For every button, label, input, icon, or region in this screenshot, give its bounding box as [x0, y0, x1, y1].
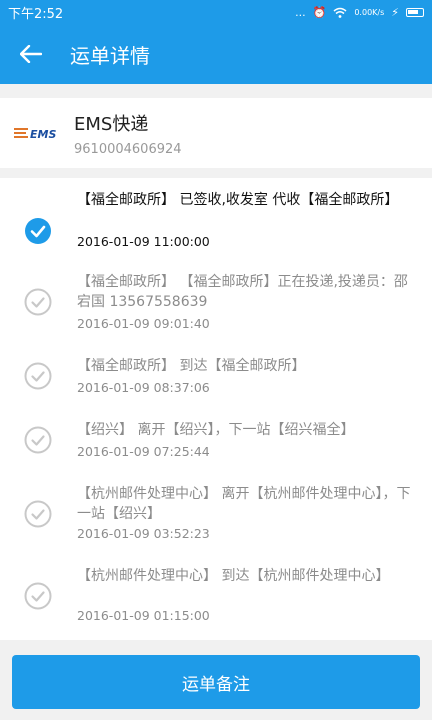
timeline-text: 【杭州邮件处理中心】 离开【杭州邮件处理中心】，下一站【绍兴】: [77, 486, 411, 522]
more-icon: ...: [295, 5, 306, 19]
timeline-text: 【福全邮政所】 到达【福全邮政所】: [77, 358, 306, 374]
charging-icon: ⚡: [391, 5, 399, 19]
ems-logo-icon: EMS: [14, 128, 56, 141]
timeline-date: 2016-01-09 08:37:06: [77, 380, 210, 395]
timeline-text: 【绍兴】 离开【绍兴】，下一站【绍兴福全】: [77, 422, 355, 438]
arrow-left-icon: [20, 45, 42, 63]
page-title: 运单详情: [70, 43, 150, 68]
timeline-text: 【福全邮政所】 【福全邮政所】正在投递,投递员：邵宕国 13567558639: [77, 274, 408, 310]
app-bar: 运单详情: [0, 24, 432, 84]
check-outline-icon: [24, 288, 52, 316]
check-outline-icon: [24, 362, 52, 390]
status-bar: 下午2:52 ... ⏰ 0.00K/s ⚡: [0, 0, 432, 24]
wifi-icon: [333, 7, 347, 18]
check-outline-icon: [24, 500, 52, 528]
timeline-date: 2016-01-09 09:01:40: [77, 316, 210, 331]
status-time: 下午2:52: [8, 6, 64, 22]
carrier-text: EMS快递 9610004606924: [74, 110, 182, 157]
timeline-date: 2016-01-09 07:25:44: [77, 444, 210, 459]
status-icons: ... ⏰ 0.00K/s ⚡: [295, 6, 424, 19]
check-outline-icon: [24, 426, 52, 454]
timeline-date: 2016-01-09 03:52:23: [77, 526, 210, 541]
tracking-number: 9610004606924: [74, 141, 182, 157]
battery-icon: [406, 7, 424, 17]
alarm-icon: ⏰: [312, 5, 327, 19]
timeline-text: 【杭州邮件处理中心】 到达【杭州邮件处理中心】: [77, 568, 390, 584]
svg-text:EMS: EMS: [30, 128, 56, 141]
check-filled-icon: [25, 218, 51, 244]
waybill-note-button[interactable]: 运单备注: [12, 655, 420, 709]
tracking-timeline: 【福全邮政所】 已签收,收发室 代收【福全邮政所】 2016-01-09 11:…: [0, 178, 432, 640]
speed-indicator: 0.00K/s: [354, 7, 385, 17]
carrier-name: EMS快递: [74, 113, 149, 135]
back-button[interactable]: [0, 24, 62, 84]
timeline-text: 【福全邮政所】 已签收,收发室 代收【福全邮政所】: [77, 192, 399, 208]
check-outline-icon: [24, 582, 52, 610]
timeline-date: 2016-01-09 01:15:00: [77, 608, 210, 623]
timeline-date: 2016-01-09 11:00:00: [77, 234, 210, 249]
carrier-card: EMS EMS快递 9610004606924: [0, 98, 432, 168]
